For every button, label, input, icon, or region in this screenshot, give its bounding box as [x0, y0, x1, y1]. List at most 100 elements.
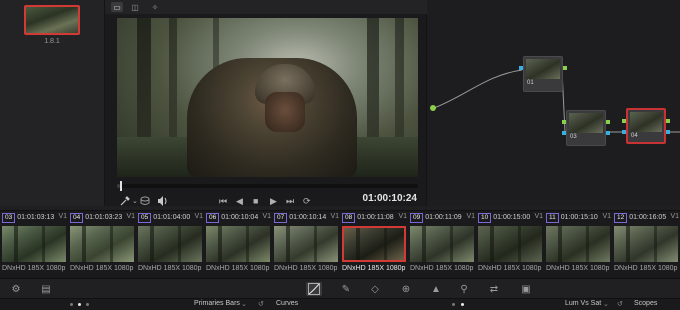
transport-controls: ⌄ ⏮ ◀ ■ ▶ ⏭ ⟳ 01:00:10:24	[105, 193, 427, 208]
clip-number-badge: 04	[70, 213, 84, 223]
clip-track: V1	[126, 213, 135, 220]
clip-timecode: 01:00:10:14	[289, 214, 327, 221]
clip-codec: DNxHD 185X 1080p	[70, 265, 134, 272]
gallery-still-label: 1.8.1	[44, 38, 60, 45]
clip-codec: DNxHD 185X 1080p	[614, 265, 678, 272]
clip-thumbnail[interactable]	[478, 226, 542, 262]
skip-start-icon[interactable]: ⏮	[219, 194, 227, 208]
clip-number-badge: 12	[614, 213, 628, 223]
clip-07[interactable]: 07 01:00:10:14 V1 DNxHD 185X 1080p	[274, 213, 340, 275]
camera-raw-icon[interactable]: ⚙	[8, 282, 24, 296]
picker-icon[interactable]: ⌄	[119, 194, 138, 208]
viewer-timecode: 01:00:10:24	[362, 193, 417, 204]
blur-icon[interactable]: ▲	[428, 282, 444, 296]
clip-thumbnail[interactable]	[138, 226, 202, 262]
clip-codec: DNxHD 185X 1080p	[2, 265, 66, 272]
key-icon[interactable]: ⚲	[456, 282, 472, 296]
clip-03[interactable]: 03 01:01:03:13 V1 DNxHD 185X 1080p	[2, 213, 68, 275]
skip-end-icon[interactable]: ⏭	[286, 194, 294, 208]
clip-timecode: 01:00:15:10	[560, 214, 598, 221]
page-dot-active[interactable]	[78, 303, 81, 306]
volume-icon[interactable]	[157, 194, 169, 208]
curves-icon[interactable]	[306, 282, 322, 296]
clip-number-badge: 05	[138, 213, 152, 223]
clip-05[interactable]: 05 01:01:04:00 V1 DNxHD 185X 1080p	[138, 213, 204, 275]
clip-thumbnail[interactable]	[410, 226, 474, 262]
panel-header-bar: Primaries Bars ⌄ ↺ Curves Lum Vs Sat ⌄ ↺…	[0, 298, 680, 310]
curves-panel-label: Curves	[276, 300, 299, 307]
highlight-icon[interactable]	[139, 194, 151, 208]
clip-04[interactable]: 04 01:01:03:23 V1 DNxHD 185X 1080p	[70, 213, 136, 275]
clip-08[interactable]: 08 01:00:11:08 V1 DNxHD 185X 1080p	[342, 213, 408, 275]
palette-toolbar: ⚙ ▤ ✎ ◇ ⊕ ▲ ⚲ ⇄ ▣	[0, 278, 680, 298]
curves-page-dot[interactable]	[461, 303, 464, 306]
node-03[interactable]: 03	[562, 110, 610, 146]
primaries-mode-label[interactable]: Primaries Bars	[194, 300, 240, 307]
reset-primaries-icon[interactable]: ↺	[258, 300, 264, 308]
node-editor[interactable]: 01 03 04	[427, 0, 680, 206]
clip-track: V1	[534, 213, 543, 220]
clip-track: V1	[330, 213, 339, 220]
clip-thumbnail[interactable]	[546, 226, 610, 262]
clip-track: V1	[262, 213, 271, 220]
scopes-panel-label: Scopes	[634, 300, 658, 307]
viewer-scrubber[interactable]	[117, 181, 418, 191]
node-01[interactable]: 01	[519, 56, 567, 92]
hue-curve-mode-label[interactable]: Lum Vs Sat	[565, 300, 601, 307]
3d-icon[interactable]: ▣	[518, 282, 534, 296]
split-view-icon[interactable]: ◫	[129, 2, 141, 12]
clip-thumbnail[interactable]	[614, 226, 678, 262]
clip-timecode: 01:01:04:00	[153, 214, 191, 221]
clip-timecode: 01:01:03:23	[85, 214, 123, 221]
playhead[interactable]	[120, 181, 122, 191]
stop-icon[interactable]: ■	[253, 194, 258, 208]
clip-11[interactable]: 11 01:00:15:10 V1 DNxHD 185X 1080p	[546, 213, 612, 275]
clip-codec: DNxHD 185X 1080p	[478, 265, 542, 272]
clip-thumbnail[interactable]	[70, 226, 134, 262]
primaries-dropdown-icon[interactable]: ⌄	[241, 300, 247, 308]
gallery-panel: 1.8.1	[0, 0, 105, 206]
tracker-icon[interactable]: ⊕	[398, 282, 414, 296]
clip-number-badge: 06	[206, 213, 220, 223]
clip-timecode: 01:00:10:04	[221, 214, 259, 221]
play-icon[interactable]: ▶	[270, 194, 277, 208]
window-icon[interactable]: ◇	[367, 282, 383, 296]
clip-track: V1	[58, 213, 67, 220]
sizing-icon[interactable]: ⇄	[486, 282, 502, 296]
clip-codec: DNxHD 185X 1080p	[410, 265, 474, 272]
clip-codec: DNxHD 185X 1080p	[138, 265, 202, 272]
clip-track: V1	[398, 213, 407, 220]
loop-icon[interactable]: ⟳	[303, 194, 311, 208]
gallery-still-thumbnail[interactable]	[24, 5, 80, 35]
step-back-icon[interactable]: ◀	[236, 194, 243, 208]
node-connections	[430, 69, 680, 133]
clip-12[interactable]: 12 01:00:16:05 V1 DNxHD 185X 1080p	[614, 213, 680, 275]
clip-codec: DNxHD 185X 1080p	[342, 265, 406, 272]
clip-number-badge: 07	[274, 213, 288, 223]
clip-number-badge: 11	[546, 213, 559, 223]
clip-09[interactable]: 09 01:00:11:09 V1 DNxHD 185X 1080p	[410, 213, 476, 275]
clip-track: V1	[466, 213, 475, 220]
clip-thumbnail[interactable]	[206, 226, 270, 262]
clip-06[interactable]: 06 01:00:10:04 V1 DNxHD 185X 1080p	[206, 213, 272, 275]
clip-codec: DNxHD 185X 1080p	[274, 265, 338, 272]
resolve-color-page: 1.8.1 ▭ ◫ ✧ ⌄ ⏮ ◀ ■ ▶ ⏭ ⟳ 01:00:10:24 01…	[0, 0, 680, 310]
color-match-icon[interactable]: ▤	[38, 282, 54, 296]
clip-track: V1	[194, 213, 203, 220]
clip-codec: DNxHD 185X 1080p	[546, 265, 610, 272]
clip-timecode: 01:00:11:08	[357, 214, 394, 221]
clip-thumbnail[interactable]	[274, 226, 338, 262]
clip-timecode: 01:00:15:00	[493, 214, 531, 221]
qualifier-icon[interactable]: ✎	[338, 282, 354, 296]
single-view-icon[interactable]: ▭	[111, 2, 123, 12]
node-04-selected[interactable]: 04	[622, 108, 670, 144]
clip-thumbnail[interactable]	[2, 226, 66, 262]
reset-curves-icon[interactable]: ↺	[617, 300, 623, 308]
clip-thumbnail[interactable]	[342, 226, 406, 262]
clip-number-badge: 03	[2, 213, 16, 223]
highlight-mode-icon[interactable]: ✧	[149, 2, 161, 12]
clip-10[interactable]: 10 01:00:15:00 V1 DNxHD 185X 1080p	[478, 213, 544, 275]
viewer-image[interactable]	[117, 18, 418, 177]
hue-curve-dropdown-icon[interactable]: ⌄	[603, 300, 609, 308]
clip-timecode: 01:00:11:09	[425, 214, 462, 221]
